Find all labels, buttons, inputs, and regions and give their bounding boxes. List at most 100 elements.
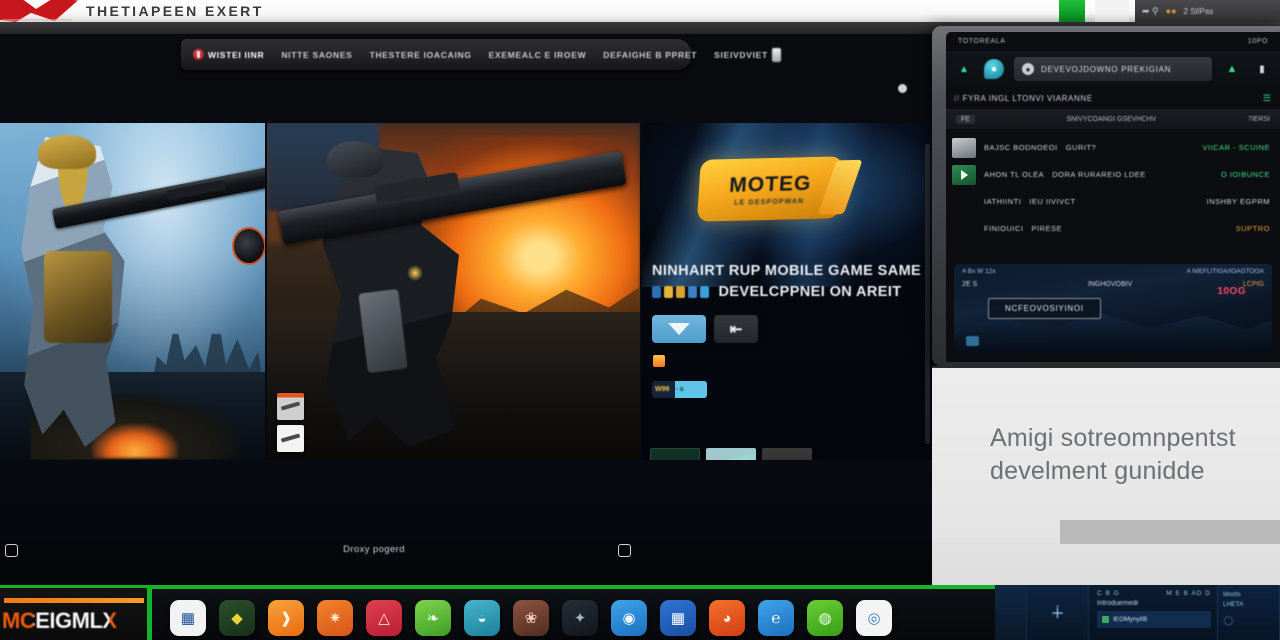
game-card-2[interactable]: GOS FLNNT — [762, 448, 812, 460]
share-icon[interactable]: ➦ ⚲ — [1142, 6, 1159, 17]
headline-ornament-icons — [652, 285, 709, 298]
blue-field-text: IEOMynyIlB — [1113, 616, 1148, 623]
dock-featured-card[interactable]: MCEIGMLX — [0, 588, 152, 640]
brand-logo-icon — [0, 0, 86, 22]
blue-field[interactable]: IEOMynyIlB — [1097, 611, 1211, 628]
play-thumbnail-icon[interactable] — [952, 164, 976, 185]
hero-media-row: MOTEG LE GESPOPWAN NINHAIRT RUP MOBILE G… — [0, 123, 932, 460]
more-icon[interactable]: ▮ — [1252, 59, 1272, 79]
nav-item-0[interactable]: WISTEI IINR — [193, 49, 264, 60]
blue-side-glyph: ◌ — [1223, 609, 1234, 630]
device-subbar: FE SNIVYCOANGI GSEVHCHV 7IERSI — [946, 109, 1280, 129]
game-screenshot-primary[interactable] — [0, 123, 265, 460]
news-app-icon[interactable]: ▦ — [170, 600, 206, 636]
flame-app-icon[interactable]: ❱ — [268, 600, 304, 636]
signal-icon[interactable]: ▲ — [1222, 59, 1242, 79]
soldier-helmet — [38, 135, 96, 169]
device-status-bar: TOTOREALA 10PO — [946, 32, 1280, 51]
status-dot-icon — [1102, 616, 1109, 623]
terrain-layer — [267, 311, 640, 460]
rifle-muzzle — [232, 227, 265, 265]
device-panel: TOTOREALA 10PO ▲ ● ● DEVEVOJDOWNO PREKIG… — [932, 26, 1280, 366]
nav-item-3[interactable]: EXEMEALC E IROEW — [489, 50, 587, 60]
breadcrumb-text: FYRA INGL LTONVI VIARANNE — [962, 93, 1093, 103]
row-1-col-0: AHON TL OLEA — [984, 170, 1045, 179]
thumbnail-weapon-2[interactable] — [277, 425, 304, 452]
promo-logo-badge: MOTEG LE GESPOPWAN — [696, 156, 863, 222]
row-0-col-1: GURIT? — [1065, 143, 1097, 152]
row-2-col-2: INSHBY EGPRM — [1206, 197, 1270, 206]
shield-app-icon[interactable]: △ — [366, 600, 402, 636]
search-input[interactable]: ● DEVEVOJDOWNO PREKIGIAN — [1014, 57, 1212, 81]
blue-row1-right: M E B AD D — [1166, 590, 1211, 597]
badge-left-label: W99 — [655, 386, 670, 393]
blue-row2-label: Introduemedr — [1097, 600, 1139, 607]
play-triangle-icon — [668, 323, 690, 335]
person-icon[interactable]: ●● — [1166, 6, 1177, 16]
banner-cta-button[interactable]: NCFEOVOSIYINOI — [988, 298, 1101, 319]
bottom-right-panel: ∔ C B G M E B AD D Introduemedr IEOMynyI… — [995, 585, 1280, 640]
list-row[interactable]: BAJSC BODNOEOI GURIT? VIICAR - SCUINE — [946, 134, 1280, 161]
list-row[interactable]: IATHIINTI IEU IIVIVCT INSHBY EGPRM — [946, 188, 1280, 215]
location-pin-icon[interactable]: ● — [984, 59, 1004, 79]
leaf-icon[interactable]: ▲ — [954, 59, 974, 79]
white-chat-icon[interactable]: ◎ — [856, 600, 892, 636]
screen-root: THETIAPEEN EXERT ➦ ⚲ ●● 2 SlIPas WISTEI … — [0, 0, 1280, 640]
green-chat-icon[interactable]: ◍ — [807, 600, 843, 636]
sunset-app-icon[interactable]: ◕ — [709, 600, 745, 636]
bulb-app-icon[interactable]: ◉ — [611, 600, 647, 636]
row-1-col-1: DORA RURAREIO LDEE — [1052, 170, 1146, 179]
article-title-line2: develment gunidde — [990, 457, 1205, 485]
notification-dot-icon[interactable] — [898, 84, 907, 93]
dark-app-icon[interactable]: ✦ — [562, 600, 598, 636]
dock-icon-row: ▦ ◆ ❱ ✷ △ ❧ ◒ ❀ ✦ ◉ ▦ ◕ ℮ ◍ ◎ — [170, 600, 892, 636]
rose-app-icon[interactable]: ❀ — [513, 600, 549, 636]
soldier-backpack — [44, 251, 112, 343]
device-list: BAJSC BODNOEOI GURIT? VIICAR - SCUINE AH… — [946, 129, 1280, 242]
promo-action-row: ⇤ — [652, 315, 758, 343]
nav-item-1[interactable]: NITTE SAONES — [281, 50, 352, 60]
promo-panel: MOTEG LE GESPOPWAN NINHAIRT RUP MOBILE G… — [642, 123, 932, 460]
blue-side-line2: LHETA — [1223, 600, 1244, 608]
window-chrome-right: ➦ ⚲ ●● 2 SlIPas — [1135, 0, 1280, 22]
subbar-chip[interactable]: FE — [956, 114, 975, 124]
leaf-app-icon[interactable]: ❧ — [415, 600, 451, 636]
row-2-col-1: IEU IIVIVCT — [1029, 197, 1076, 206]
game-screenshot-secondary[interactable] — [267, 123, 640, 460]
game-card-1[interactable]: DEIDGTUR — [706, 448, 756, 460]
status-right-label: 10PO — [1247, 38, 1268, 45]
edge-app-icon[interactable]: ℮ — [758, 600, 794, 636]
teal-app-icon[interactable]: ◒ — [464, 600, 500, 636]
article-placeholder-bar — [1060, 520, 1280, 544]
nav-item-5[interactable]: SIEIVDVIET — [714, 47, 781, 62]
hamburger-menu-icon[interactable]: ☰ — [1263, 93, 1271, 104]
brand-title: THETIAPEEN EXERT — [86, 3, 264, 19]
nav-item-4[interactable]: DEFAIGHE B PPRET — [603, 50, 697, 60]
promo-badge-pill[interactable]: W99 - a — [652, 381, 707, 398]
promo-logo-main: MOTEG — [728, 171, 813, 197]
row-3-col-2: SUPTRO — [1235, 224, 1270, 233]
device-search-row: ▲ ● ● DEVEVOJDOWNO PREKIGIAN ▲ ▮ — [946, 51, 1280, 87]
banner-mid-center: INGHOVOBIV — [1087, 281, 1133, 288]
list-row[interactable]: FINIOUICI PIRESE SUPTRO — [946, 215, 1280, 242]
row-3-col-1: PIRESE — [1031, 224, 1063, 233]
nav-item-2[interactable]: THESTERE IOACAING — [370, 50, 472, 60]
vertical-scrollbar[interactable] — [925, 144, 930, 444]
bird-app-icon[interactable]: ◆ — [219, 600, 255, 636]
qr-app-icon[interactable]: ▦ — [660, 600, 696, 636]
list-row[interactable]: AHON TL OLEA DORA RURAREIO LDEE O IOIBUN… — [946, 161, 1280, 188]
banner-mid-right: LCPIG — [1242, 281, 1264, 288]
blue-side-line1: Idoots — [1223, 591, 1241, 598]
play-button[interactable] — [652, 315, 706, 343]
info-button[interactable]: ⇤ — [714, 315, 758, 343]
cb-logo-icon: ∔ — [1027, 585, 1089, 640]
promo-headline-line2: DEVELCPPNEI ON AREIT — [718, 283, 902, 300]
knot-app-icon[interactable]: ✷ — [317, 600, 353, 636]
blue-row-top: C B G M E B AD D — [1097, 590, 1211, 597]
nav-item-5-label: SIEIVDVIET — [714, 49, 768, 60]
thumbnail-weapon-1[interactable] — [277, 393, 304, 420]
search-value: DEVEVOJDOWNO PREKIGIAN — [1041, 64, 1172, 74]
banner-mid-left: 2E S — [962, 281, 978, 288]
device-banner[interactable]: A Bx W 12x A NIEFLITIGA/IOAGTOOA 2E S IN… — [954, 264, 1272, 354]
game-card-0[interactable]: TOWNLIGT — [650, 448, 700, 460]
